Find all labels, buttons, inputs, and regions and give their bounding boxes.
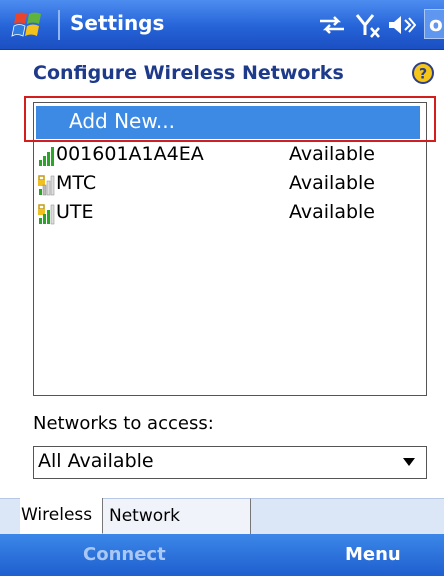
app-title: Settings xyxy=(70,11,165,35)
svg-text:?: ? xyxy=(419,67,427,83)
select-value: All Available xyxy=(38,450,154,472)
softkey-bar: Connect Menu xyxy=(0,534,444,576)
network-name: UTE xyxy=(56,201,94,223)
networks-to-access-label: Networks to access: xyxy=(33,413,214,434)
ok-button[interactable]: ok xyxy=(424,9,444,39)
tab-network-adapters[interactable]: Network Adapters xyxy=(103,498,251,560)
networks-to-access-select[interactable]: All Available xyxy=(33,446,427,479)
network-name: MTC xyxy=(56,172,97,194)
add-new-item[interactable]: Add New... xyxy=(36,106,420,139)
add-new-label: Add New... xyxy=(69,109,175,133)
help-icon[interactable]: ? xyxy=(411,61,435,85)
network-list[interactable]: Add New... 001601A1A4EA Available MTC Av… xyxy=(33,102,427,396)
network-status: Available xyxy=(289,143,376,165)
signal-locked-icon xyxy=(38,204,55,225)
tab-wireless[interactable]: Wireless xyxy=(20,498,103,534)
network-name: 001601A1A4EA xyxy=(56,143,204,165)
signal-strength-icon xyxy=(39,147,54,166)
network-row[interactable]: 001601A1A4EA Available xyxy=(36,143,420,171)
page-title: Configure Wireless Networks xyxy=(33,62,344,84)
title-separator xyxy=(58,10,60,40)
volume-icon[interactable] xyxy=(386,10,416,40)
network-status: Available xyxy=(289,172,376,194)
network-status: Available xyxy=(289,201,376,223)
network-row[interactable]: MTC Available xyxy=(36,172,420,200)
windows-start-icon[interactable] xyxy=(8,8,52,42)
title-bar: Settings ok xyxy=(0,0,444,50)
chevron-down-icon[interactable] xyxy=(403,458,415,467)
network-row[interactable]: UTE Available xyxy=(36,201,420,229)
signal-off-icon[interactable] xyxy=(354,10,382,40)
menu-button[interactable]: Menu xyxy=(345,544,401,565)
page-header: Configure Wireless Networks ? xyxy=(0,50,444,96)
sync-icon[interactable] xyxy=(316,10,348,40)
connect-button[interactable]: Connect xyxy=(83,544,166,565)
signal-locked-weak-icon xyxy=(38,175,55,196)
